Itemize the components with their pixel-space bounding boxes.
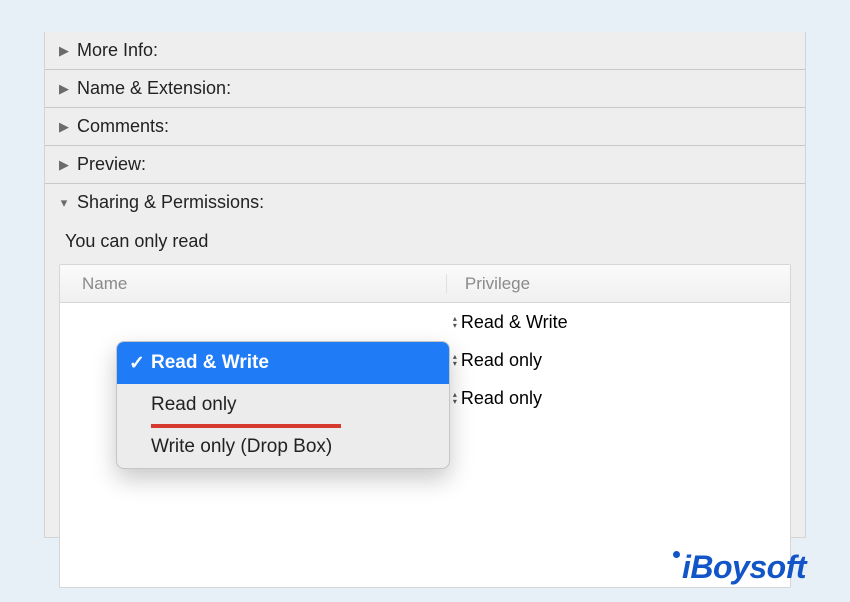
chevron-right-icon: ▶ [57,157,71,173]
popup-item-label: Read & Write [151,352,269,374]
section-label: Preview: [77,154,146,175]
chevron-right-icon: ▶ [57,81,71,97]
info-panel: ▶ More Info: ▶ Name & Extension: ▶ Comme… [44,32,806,538]
check-icon: ✓ [129,352,145,375]
brand-text: iBoysoft [682,549,806,586]
section-label: Comments: [77,116,169,137]
section-sharing-permissions[interactable]: ▾ Sharing & Permissions: [45,184,805,221]
privilege-value: Read only [461,350,542,371]
privilege-value: Read only [461,388,542,409]
section-label: Sharing & Permissions: [77,192,264,213]
section-preview[interactable]: ▶ Preview: [45,146,805,184]
brand-logo: iBoysoft [673,549,806,586]
table-row[interactable]: ▴▾ Read & Write [60,303,790,341]
section-comments[interactable]: ▶ Comments: [45,108,805,146]
chevron-down-icon: ▾ [57,195,71,211]
dot-icon [673,551,680,558]
popup-item-label: Read only [151,394,237,416]
popup-item-label: Write only (Drop Box) [151,436,332,458]
section-label: Name & Extension: [77,78,231,99]
section-label: More Info: [77,40,158,61]
popup-item-write-only[interactable]: Write only (Drop Box) [117,426,449,468]
sharing-body: You can only read Name Privilege ▴▾ Read… [45,221,805,602]
sharing-status-text: You can only read [65,231,791,252]
annotation-underline [151,424,341,428]
privilege-popup-menu: ✓ Read & Write Read only Write only (Dro… [116,341,450,469]
section-more-info[interactable]: ▶ More Info: [45,32,805,70]
chevron-right-icon: ▶ [57,43,71,59]
stepper-icon[interactable]: ▴▾ [453,353,457,367]
stepper-icon[interactable]: ▴▾ [453,315,457,329]
column-name[interactable]: Name [60,274,447,294]
table-body: ▴▾ Read & Write ▴▾ Read only ▴▾ Read o [60,303,790,587]
popup-item-read-write[interactable]: ✓ Read & Write [117,342,449,384]
chevron-right-icon: ▶ [57,119,71,135]
stepper-icon[interactable]: ▴▾ [453,391,457,405]
column-privilege[interactable]: Privilege [447,274,790,294]
popup-item-read-only[interactable]: Read only [117,384,449,426]
permissions-table: Name Privilege ▴▾ Read & Write ▴▾ Read o… [59,264,791,588]
section-name-extension[interactable]: ▶ Name & Extension: [45,70,805,108]
table-header: Name Privilege [60,265,790,303]
privilege-value: Read & Write [461,312,568,333]
